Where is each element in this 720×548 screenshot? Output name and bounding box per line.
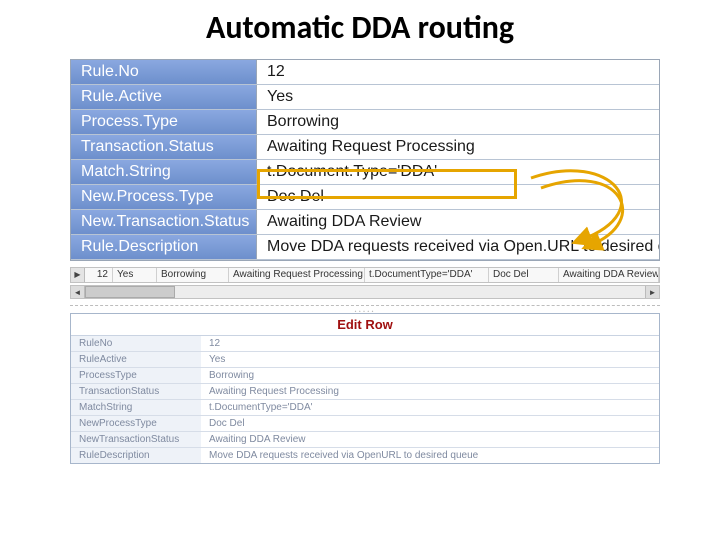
- table-row: Rule.Active Yes: [71, 85, 659, 110]
- grid-cell: 12: [85, 268, 113, 282]
- grid-cell: Doc Del: [489, 268, 559, 282]
- edit-value[interactable]: 12: [201, 336, 659, 351]
- table-row: Transaction.Status Awaiting Request Proc…: [71, 135, 659, 160]
- row-label: New.Transaction.Status: [71, 210, 257, 234]
- row-label: Match.String: [71, 160, 257, 184]
- edit-value[interactable]: Yes: [201, 352, 659, 367]
- row-label: Rule.Description: [71, 235, 257, 259]
- row-selector-icon[interactable]: ▶: [71, 268, 85, 282]
- edit-field-row: MatchString t.DocumentType='DDA': [71, 400, 659, 416]
- edit-label: NewProcessType: [71, 416, 201, 431]
- horizontal-scrollbar[interactable]: ◄ ►: [70, 285, 660, 299]
- edit-value[interactable]: Doc Del: [201, 416, 659, 431]
- rule-detail-table: Rule.No 12 Rule.Active Yes Process.Type …: [70, 59, 660, 261]
- page-title: Automatic DDA routing: [0, 8, 720, 47]
- table-row: New.Process.Type Doc Del: [71, 185, 659, 210]
- edit-field-row: ProcessType Borrowing: [71, 368, 659, 384]
- edit-label: ProcessType: [71, 368, 201, 383]
- scroll-right-icon[interactable]: ►: [645, 286, 659, 298]
- edit-label: RuleNo: [71, 336, 201, 351]
- edit-value[interactable]: t.DocumentType='DDA': [201, 400, 659, 415]
- splitter-handle[interactable]: ·····: [70, 305, 660, 311]
- grid-cell: t.DocumentType='DDA': [365, 268, 489, 282]
- edit-value[interactable]: Awaiting Request Processing: [201, 384, 659, 399]
- row-value: Doc Del: [257, 185, 659, 209]
- edit-field-row: RuleDescription Move DDA requests receiv…: [71, 448, 659, 463]
- edit-field-row: RuleActive Yes: [71, 352, 659, 368]
- table-row: Rule.Description Move DDA requests recei…: [71, 235, 659, 260]
- grid-cell: Borrowing: [157, 268, 229, 282]
- row-value: Awaiting DDA Review: [257, 210, 659, 234]
- edit-label: RuleDescription: [71, 448, 201, 463]
- row-label: Rule.Active: [71, 85, 257, 109]
- scroll-thumb[interactable]: [85, 286, 175, 298]
- edit-label: MatchString: [71, 400, 201, 415]
- edit-label: RuleActive: [71, 352, 201, 367]
- edit-label: NewTransactionStatus: [71, 432, 201, 447]
- edit-value[interactable]: Borrowing: [201, 368, 659, 383]
- row-value: t.Document.Type='DDA': [257, 160, 659, 184]
- edit-value[interactable]: Awaiting DDA Review: [201, 432, 659, 447]
- edit-row-header: Edit Row: [71, 314, 659, 336]
- row-label: Transaction.Status: [71, 135, 257, 159]
- edit-row-panel: Edit Row RuleNo 12 RuleActive Yes Proces…: [70, 313, 660, 464]
- rule-grid: ▶ 12 Yes Borrowing Awaiting Request Proc…: [70, 267, 660, 299]
- grid-cell: Yes: [113, 268, 157, 282]
- row-label: New.Process.Type: [71, 185, 257, 209]
- scroll-track[interactable]: [85, 286, 645, 298]
- row-value: Borrowing: [257, 110, 659, 134]
- edit-field-row: TransactionStatus Awaiting Request Proce…: [71, 384, 659, 400]
- row-value: Yes: [257, 85, 659, 109]
- row-label: Process.Type: [71, 110, 257, 134]
- table-row: Process.Type Borrowing: [71, 110, 659, 135]
- edit-value[interactable]: Move DDA requests received via OpenURL t…: [201, 448, 659, 463]
- scroll-left-icon[interactable]: ◄: [71, 286, 85, 298]
- table-row: New.Transaction.Status Awaiting DDA Revi…: [71, 210, 659, 235]
- table-row: Rule.No 12: [71, 60, 659, 85]
- grid-data-row[interactable]: ▶ 12 Yes Borrowing Awaiting Request Proc…: [70, 267, 660, 283]
- row-value: Awaiting Request Processing: [257, 135, 659, 159]
- edit-field-row: NewProcessType Doc Del: [71, 416, 659, 432]
- row-value: 12: [257, 60, 659, 84]
- grid-cell: Awaiting Request Processing: [229, 268, 365, 282]
- row-label: Rule.No: [71, 60, 257, 84]
- edit-field-row: RuleNo 12: [71, 336, 659, 352]
- grid-cell: Awaiting DDA Review: [559, 268, 659, 282]
- edit-label: TransactionStatus: [71, 384, 201, 399]
- table-row: Match.String t.Document.Type='DDA': [71, 160, 659, 185]
- edit-field-row: NewTransactionStatus Awaiting DDA Review: [71, 432, 659, 448]
- row-value: Move DDA requests received via Open.URL …: [257, 235, 659, 259]
